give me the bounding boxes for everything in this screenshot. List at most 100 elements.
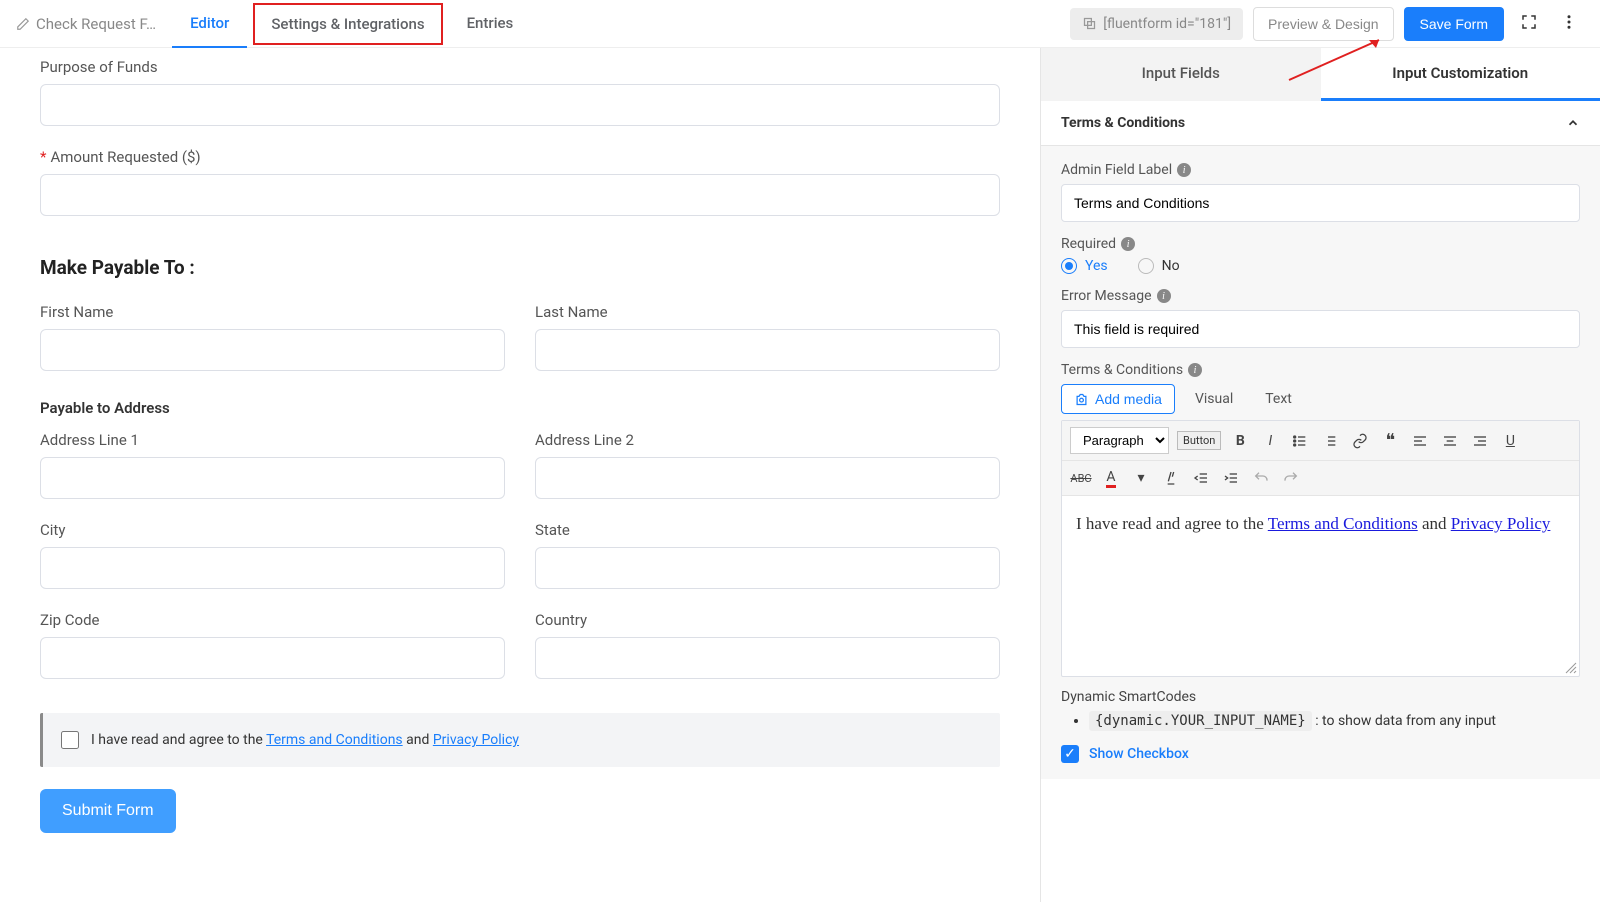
format-select[interactable]: Paragraph <box>1070 427 1169 454</box>
rte-toolbar-1: Paragraph Button B I ❝ U <box>1062 421 1579 461</box>
error-msg-text: Error Message <box>1061 288 1152 304</box>
underline-icon[interactable]: U <box>1499 430 1521 452</box>
country-input[interactable] <box>535 637 1000 679</box>
amount-label: *Amount Requested ($) <box>40 148 1000 166</box>
add-media-button[interactable]: Add media <box>1061 384 1175 414</box>
admin-label-input[interactable] <box>1061 184 1580 222</box>
first-name-input[interactable] <box>40 329 505 371</box>
color-dropdown-icon[interactable]: ▾ <box>1130 467 1152 489</box>
addr2-input[interactable] <box>535 457 1000 499</box>
tab-editor[interactable]: Editor <box>172 0 247 48</box>
smartcodes-label: Dynamic SmartCodes <box>1061 689 1580 705</box>
show-checkbox-label: Show Checkbox <box>1089 746 1189 762</box>
radio-dot-yes <box>1061 258 1077 274</box>
clear-format-icon[interactable] <box>1160 467 1182 489</box>
info-icon[interactable]: i <box>1188 363 1202 377</box>
rte-prefix: I have read and agree to the <box>1076 514 1268 533</box>
payable-section-title: Make Payable To : <box>40 256 1000 279</box>
terms-field-block[interactable]: I have read and agree to the Terms and C… <box>40 713 1000 767</box>
last-name-label: Last Name <box>535 303 1000 321</box>
fullscreen-button[interactable] <box>1514 7 1544 40</box>
tc-content-text: Terms & Conditions <box>1061 362 1183 378</box>
amount-input[interactable] <box>40 174 1000 216</box>
addr1-input[interactable] <box>40 457 505 499</box>
italic-icon[interactable]: I <box>1259 430 1281 452</box>
rich-text-editor: Paragraph Button B I ❝ U ABC A ▾ <box>1061 420 1580 677</box>
required-radio-group: Yes No <box>1061 258 1580 274</box>
terms-mid: and <box>403 732 433 748</box>
terms-link2[interactable]: Privacy Policy <box>433 732 519 748</box>
redo-icon[interactable] <box>1280 467 1302 489</box>
shortcode-display[interactable]: [fluentform id="181"] <box>1070 8 1243 40</box>
tab-settings[interactable]: Settings & Integrations <box>253 3 442 45</box>
terms-text: I have read and agree to the Terms and C… <box>91 732 519 748</box>
last-name-input[interactable] <box>535 329 1000 371</box>
bullet-list-icon[interactable] <box>1289 430 1311 452</box>
terms-link1[interactable]: Terms and Conditions <box>266 732 403 748</box>
checkbox-checked-icon: ✓ <box>1061 745 1079 763</box>
addr2-label: Address Line 2 <box>535 431 1000 449</box>
rte-link2[interactable]: Privacy Policy <box>1451 514 1551 533</box>
tab-input-fields[interactable]: Input Fields <box>1041 48 1321 101</box>
error-msg-label: Error Message i <box>1061 288 1580 304</box>
media-icon <box>1074 392 1089 407</box>
city-label: City <box>40 521 505 539</box>
editor-tab-visual[interactable]: Visual <box>1183 385 1245 413</box>
show-checkbox-option[interactable]: ✓ Show Checkbox <box>1061 745 1580 763</box>
more-vertical-icon <box>1560 13 1578 31</box>
admin-label-label: Admin Field Label i <box>1061 162 1580 178</box>
info-icon[interactable]: i <box>1157 289 1171 303</box>
radio-dot-no <box>1138 258 1154 274</box>
zip-country-row: Zip Code Country <box>40 611 1000 701</box>
admin-label-text: Admin Field Label <box>1061 162 1172 178</box>
smartcode-desc: : to show data from any input <box>1312 713 1496 729</box>
undo-icon[interactable] <box>1250 467 1272 489</box>
fullscreen-icon <box>1520 13 1538 31</box>
required-asterisk: * <box>40 148 46 166</box>
preview-button[interactable]: Preview & Design <box>1253 7 1394 41</box>
radio-yes[interactable]: Yes <box>1061 258 1108 274</box>
terms-checkbox[interactable] <box>61 731 79 749</box>
form-title[interactable]: Check Request F… <box>16 15 172 33</box>
editor-tab-text[interactable]: Text <box>1253 385 1304 413</box>
indent-icon[interactable] <box>1220 467 1242 489</box>
align-center-icon[interactable] <box>1439 430 1461 452</box>
tab-entries[interactable]: Entries <box>449 0 532 48</box>
radio-no[interactable]: No <box>1138 258 1180 274</box>
bold-icon[interactable]: B <box>1229 430 1251 452</box>
topbar-left: Check Request F… Editor Settings & Integ… <box>16 0 531 48</box>
smartcodes-list: {dynamic.YOUR_INPUT_NAME} : to show data… <box>1061 713 1580 729</box>
quote-icon[interactable]: ❝ <box>1379 430 1401 452</box>
text-color-icon[interactable]: A <box>1100 467 1122 489</box>
zip-input[interactable] <box>40 637 505 679</box>
purpose-input[interactable] <box>40 84 1000 126</box>
smartcode-chip: {dynamic.YOUR_INPUT_NAME} <box>1089 711 1312 731</box>
strikethrough-icon[interactable]: ABC <box>1070 467 1092 489</box>
align-right-icon[interactable] <box>1469 430 1491 452</box>
radio-no-label: No <box>1162 258 1180 274</box>
more-button[interactable] <box>1554 7 1584 40</box>
link-icon[interactable] <box>1349 430 1371 452</box>
save-button[interactable]: Save Form <box>1404 7 1504 41</box>
error-msg-input[interactable] <box>1061 310 1580 348</box>
country-label: Country <box>535 611 1000 629</box>
outdent-icon[interactable] <box>1190 467 1212 489</box>
insert-button[interactable]: Button <box>1177 431 1221 450</box>
rte-content[interactable]: I have read and agree to the Terms and C… <box>1062 496 1579 676</box>
tab-input-customization[interactable]: Input Customization <box>1321 48 1600 101</box>
editor-toolbar-row: Add media Visual Text <box>1061 384 1580 414</box>
panel-header[interactable]: Terms & Conditions <box>1041 101 1600 146</box>
info-icon[interactable]: i <box>1177 163 1191 177</box>
panel-title: Terms & Conditions <box>1061 115 1185 131</box>
align-left-icon[interactable] <box>1409 430 1431 452</box>
submit-button[interactable]: Submit Form <box>40 789 176 833</box>
chevron-up-icon <box>1566 116 1580 130</box>
rte-link1[interactable]: Terms and Conditions <box>1268 514 1418 533</box>
info-icon[interactable]: i <box>1121 237 1135 251</box>
state-input[interactable] <box>535 547 1000 589</box>
city-input[interactable] <box>40 547 505 589</box>
amount-label-text: Amount Requested ($) <box>50 148 200 166</box>
number-list-icon[interactable] <box>1319 430 1341 452</box>
addr1-label: Address Line 1 <box>40 431 505 449</box>
resize-handle-icon[interactable] <box>1565 662 1577 674</box>
